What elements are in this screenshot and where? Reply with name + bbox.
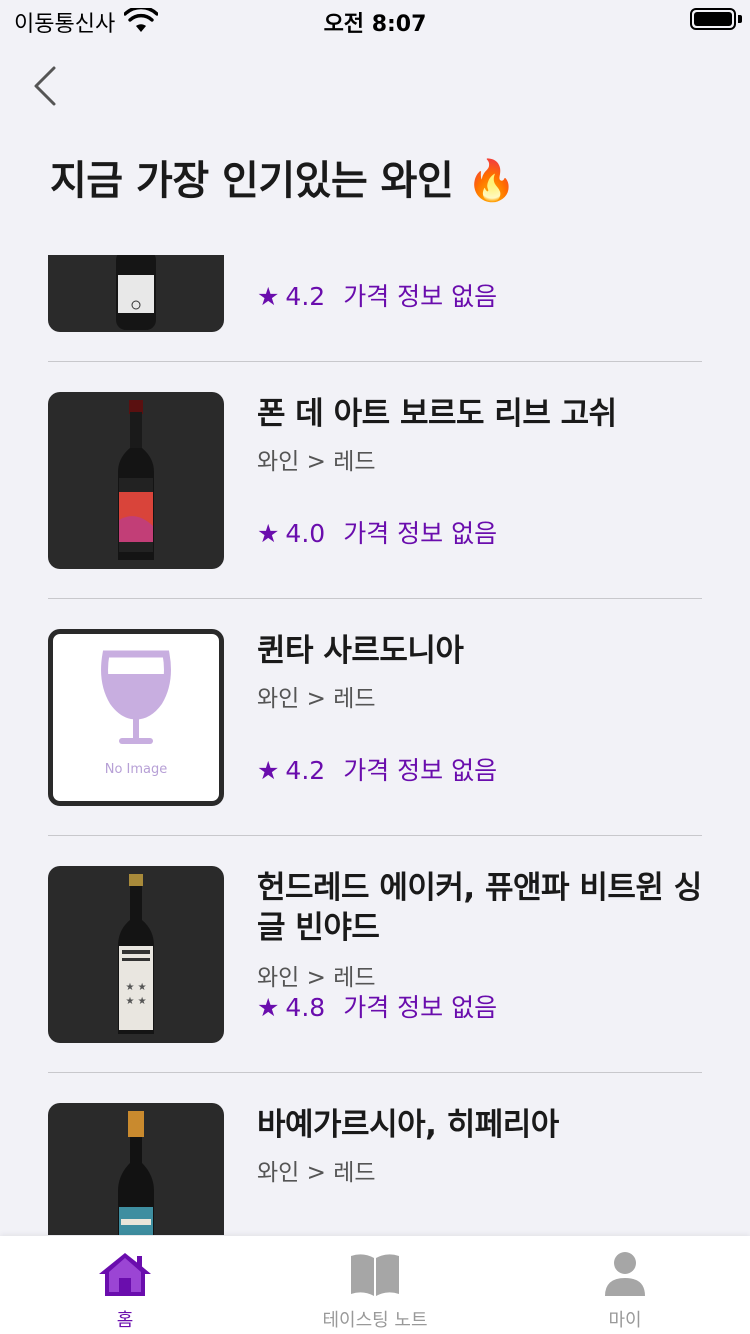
wine-name: 바예가르시아, 히페리아 xyxy=(257,1107,559,1143)
price-label: 가격 정보 없음 xyxy=(343,756,498,785)
wine-bottle-icon xyxy=(116,255,156,330)
price-label: 가격 정보 없음 xyxy=(343,519,498,548)
price-label: 가격 정보 없음 xyxy=(343,993,498,1022)
list-item[interactable]: No Image 퀸타 사르도니아 와인 > 레드 ★ 4.2 가격 정보 없음 xyxy=(48,599,702,836)
home-icon xyxy=(99,1253,151,1296)
back-button[interactable] xyxy=(28,62,64,110)
rating-value: 4.0 xyxy=(285,519,326,548)
rating-value: 4.2 xyxy=(285,756,326,785)
wine-name: 퀸타 사르도니아 xyxy=(257,633,464,669)
wine-bottle-icon: ★ ★ ★ ★ xyxy=(118,874,154,1034)
list-item[interactable]: 바예가르시아, 히페리아 와인 > 레드 xyxy=(48,1073,702,1235)
wine-thumbnail-placeholder: No Image xyxy=(48,629,224,806)
wine-category: 와인 > 레드 xyxy=(257,965,376,991)
tab-label: 테이스팅 노트 xyxy=(322,1310,428,1331)
wine-name: 헌드레드 에이커, 퓨앤파 비트윈 싱글 빈야드 xyxy=(257,870,702,946)
svg-text:★ ★: ★ ★ xyxy=(125,982,146,993)
rating-value: 4.2 xyxy=(285,282,326,311)
price-label: 가격 정보 없음 xyxy=(343,282,498,311)
wine-thumbnail xyxy=(48,392,224,569)
rating-row: ★ 4.2 가격 정보 없음 xyxy=(257,277,497,313)
wine-thumbnail xyxy=(48,1103,224,1235)
tab-tasting-note[interactable]: 테이스팅 노트 xyxy=(250,1236,500,1334)
wine-bottle-icon xyxy=(118,400,154,560)
rating-value: 4.8 xyxy=(285,993,326,1022)
status-time: 오전 8:07 xyxy=(323,12,427,37)
page-title: 지금 가장 인기있는 와인 🔥 xyxy=(50,158,517,204)
battery-tip xyxy=(738,15,742,23)
wine-thumbnail: ★ ★ ★ ★ xyxy=(48,866,224,1043)
star-icon: ★ xyxy=(257,282,280,311)
svg-text:★ ★: ★ ★ xyxy=(125,996,146,1007)
wine-category: 와인 > 레드 xyxy=(257,1160,376,1186)
status-bar: 이동통신사 오전 8:07 xyxy=(0,0,750,40)
tab-my[interactable]: 마이 xyxy=(500,1236,750,1334)
wine-category: 와인 > 레드 xyxy=(257,449,376,475)
list-item[interactable]: 폰 데 아트 보르도 리브 고쉬 와인 > 레드 ★ 4.0 가격 정보 없음 xyxy=(48,362,702,599)
rating-row: ★ 4.2 가격 정보 없음 xyxy=(257,751,497,787)
list-item[interactable]: ★ 4.2 가격 정보 없음 xyxy=(48,255,702,362)
list-item[interactable]: ★ ★ ★ ★ 헌드레드 에이커, 퓨앤파 비트윈 싱글 빈야드 와인 > 레드… xyxy=(48,836,702,1073)
star-icon: ★ xyxy=(257,756,280,785)
tab-bar: 홈 테이스팅 노트 마이 xyxy=(0,1236,750,1334)
tab-label: 마이 xyxy=(608,1310,642,1331)
star-icon: ★ xyxy=(257,519,280,548)
book-icon xyxy=(351,1254,399,1296)
tab-label: 홈 xyxy=(116,1310,134,1331)
tab-home[interactable]: 홈 xyxy=(0,1236,250,1334)
wine-category: 와인 > 레드 xyxy=(257,686,376,712)
person-icon xyxy=(605,1252,645,1296)
star-icon: ★ xyxy=(257,993,280,1022)
rating-row: ★ 4.0 가격 정보 없음 xyxy=(257,514,497,550)
rating-row: ★ 4.8 가격 정보 없음 xyxy=(257,988,497,1024)
battery-icon xyxy=(690,8,736,30)
no-image-label: No Image xyxy=(104,762,168,777)
wine-thumbnail xyxy=(48,255,224,332)
wine-bottle-icon xyxy=(118,1111,154,1235)
wine-name: 폰 데 아트 보르도 리브 고쉬 xyxy=(257,396,617,432)
wine-list[interactable]: ★ 4.2 가격 정보 없음 폰 데 아트 보르도 리브 고쉬 와인 > 레드 ★ 4… xyxy=(0,255,750,1235)
